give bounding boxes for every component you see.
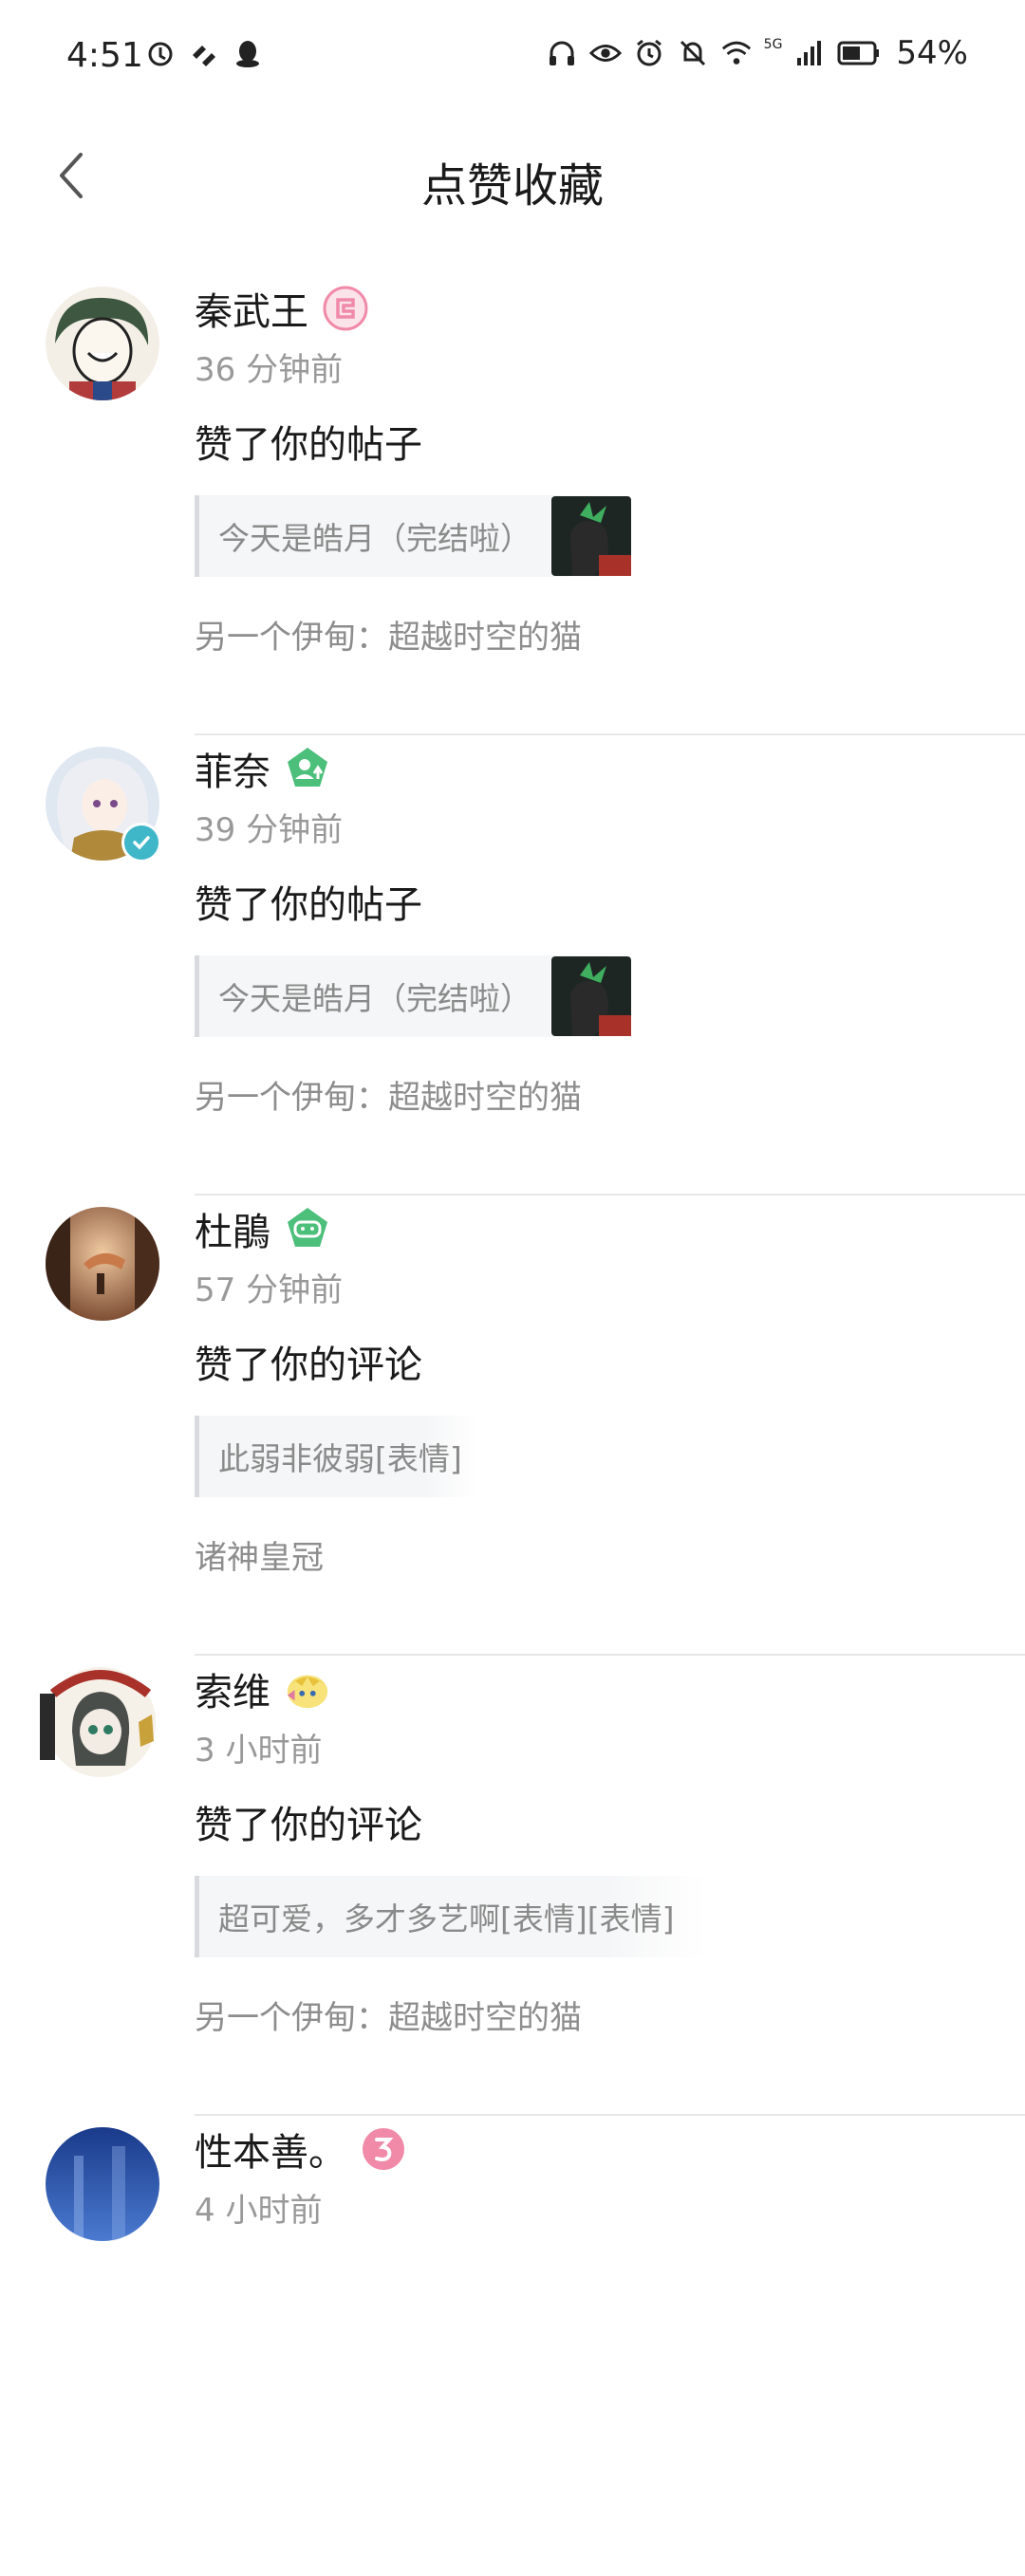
level-badge-icon <box>284 745 331 792</box>
action-text: 赞了你的帖子 <box>195 423 422 467</box>
timestamp: 4 小时前 <box>195 2192 323 2230</box>
item-content: 菲奈 39 分钟前 赞了你的帖子 今天是皓月（完结啦） 另一个伊甸：超越时空的猫 <box>195 735 1025 1119</box>
source-label[interactable]: 另一个伊甸：超越时空的猫 <box>195 611 1025 658</box>
name-row: 索维 <box>195 1656 1025 1722</box>
name-row: 菲奈 <box>195 735 1025 802</box>
eye-icon <box>588 37 622 69</box>
source-label[interactable]: 另一个伊甸：超越时空的猫 <box>195 1071 1025 1119</box>
quoted-text: 此弱非彼弱[表情] <box>218 1440 462 1477</box>
battery-icon <box>837 37 881 69</box>
quoted-text: 今天是皓月（完结啦） <box>218 520 531 557</box>
list-item[interactable]: 杜鵑 57 分钟前 赞了你的评论 此弱非彼弱[表情] 诸神皇冠 <box>0 1195 1025 1656</box>
page-title: 点赞收藏 <box>420 159 604 213</box>
source-label[interactable]: 另一个伊甸：超越时空的猫 <box>195 1992 1025 2039</box>
mute-icon <box>677 37 709 69</box>
avatar[interactable] <box>46 287 159 400</box>
wifi-icon <box>720 37 753 69</box>
notification-list: 秦武王 36 分钟前 赞了你的帖子 今天是皓月（完结啦） 另一个伊甸：超越时空的… <box>0 275 1025 2576</box>
list-item[interactable]: 性本善。 4 小时前 <box>0 2116 1025 2576</box>
timestamp: 39 分钟前 <box>195 811 344 849</box>
verified-icon <box>121 823 161 862</box>
quoted-comment[interactable]: 超可爱，多才多艺啊[表情][表情] <box>195 1876 707 1957</box>
headphones-icon <box>546 37 578 69</box>
quoted-text: 今天是皓月（完结啦） <box>218 980 531 1017</box>
username[interactable]: 性本善。 <box>195 2122 346 2177</box>
list-item[interactable]: 索维 3 小时前 赞了你的评论 超可爱，多才多艺啊[表情][表情] 另一个伊甸：… <box>0 1656 1025 2116</box>
item-content: 秦武王 36 分钟前 赞了你的帖子 今天是皓月（完结啦） 另一个伊甸：超越时空的… <box>195 275 1025 658</box>
item-content: 杜鵑 57 分钟前 赞了你的评论 此弱非彼弱[表情] 诸神皇冠 <box>195 1195 1025 1579</box>
post-thumbnail <box>551 956 631 1036</box>
username[interactable]: 杜鵑 <box>195 1201 270 1256</box>
character-badge-icon <box>284 1665 331 1713</box>
status-time: 4:51 <box>66 36 143 75</box>
name-row: 性本善。 <box>195 2116 1025 2182</box>
avatar[interactable] <box>46 1207 159 1321</box>
timestamp: 3 小时前 <box>195 1732 323 1770</box>
avatar[interactable] <box>46 2127 159 2241</box>
username[interactable]: 索维 <box>195 1661 270 1716</box>
post-thumbnail <box>551 496 631 576</box>
item-content: 性本善。 4 小时前 <box>195 2116 1025 2232</box>
qq-icon <box>232 38 264 70</box>
timestamp: 36 分钟前 <box>195 351 344 389</box>
level-badge-icon <box>360 2125 407 2173</box>
action-text: 赞了你的帖子 <box>195 883 422 927</box>
quoted-text: 超可爱，多才多艺啊[表情][表情] <box>218 1900 675 1937</box>
username[interactable]: 秦武王 <box>195 281 308 336</box>
status-right: 5G 54% <box>546 34 968 72</box>
name-row: 杜鵑 <box>195 1195 1025 1262</box>
status-bar: 4:51 5G 54% <box>0 0 1025 114</box>
source-label[interactable]: 诸神皇冠 <box>195 1531 1025 1579</box>
name-row: 秦武王 <box>195 275 1025 342</box>
list-item[interactable]: 菲奈 39 分钟前 赞了你的帖子 今天是皓月（完结啦） 另一个伊甸：超越时空的猫 <box>0 735 1025 1195</box>
username[interactable]: 菲奈 <box>195 741 270 796</box>
signal-icon <box>793 37 826 69</box>
status-left-icons <box>144 38 264 70</box>
avatar[interactable] <box>34 1656 167 1788</box>
quoted-comment[interactable]: 此弱非彼弱[表情] <box>195 1416 479 1497</box>
nfc-icon <box>144 38 177 70</box>
action-text: 赞了你的评论 <box>195 1344 422 1387</box>
list-item[interactable]: 秦武王 36 分钟前 赞了你的帖子 今天是皓月（完结啦） 另一个伊甸：超越时空的… <box>0 275 1025 735</box>
battery-percent: 54% <box>896 34 968 72</box>
network-type: 5G <box>763 37 783 52</box>
level-badge-icon <box>322 285 369 332</box>
header: 点赞收藏 <box>0 114 1025 237</box>
item-content: 索维 3 小时前 赞了你的评论 超可爱，多才多艺啊[表情][表情] 另一个伊甸：… <box>195 1656 1025 2039</box>
vpn-icon <box>188 38 220 70</box>
action-text: 赞了你的评论 <box>195 1804 422 1847</box>
timestamp: 57 分钟前 <box>195 1271 344 1309</box>
alarm-icon <box>633 37 665 69</box>
gamepad-badge-icon <box>284 1205 331 1252</box>
quoted-post[interactable]: 今天是皓月（完结啦） <box>195 495 631 577</box>
quoted-post[interactable]: 今天是皓月（完结啦） <box>195 955 631 1037</box>
